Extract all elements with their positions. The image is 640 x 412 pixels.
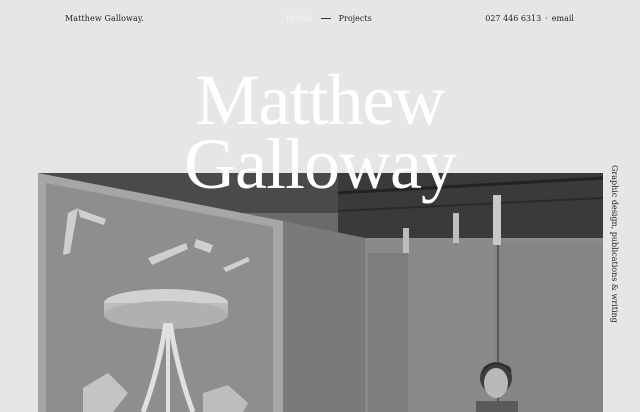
email-link[interactable]: email — [552, 14, 574, 23]
nav-profile-link[interactable]: Profile — [286, 14, 313, 23]
nav-separator-line — [320, 18, 331, 19]
vertical-tagline: Graphic design, publications & writing — [610, 165, 619, 323]
nav-projects-link[interactable]: Projects — [339, 14, 372, 23]
contact-info: 027 446 6313 · email — [485, 14, 574, 23]
hero-photo — [38, 173, 603, 412]
top-navigation-bar: Matthew Galloway. Profile Projects 027 4… — [0, 0, 640, 40]
phone-link[interactable]: 027 446 6313 — [485, 14, 541, 23]
contact-separator: · — [545, 14, 548, 23]
main-nav: Profile Projects — [286, 14, 372, 23]
brand-link[interactable]: Matthew Galloway. — [65, 14, 144, 23]
hero-title-line-1: Matthew — [195, 60, 446, 140]
